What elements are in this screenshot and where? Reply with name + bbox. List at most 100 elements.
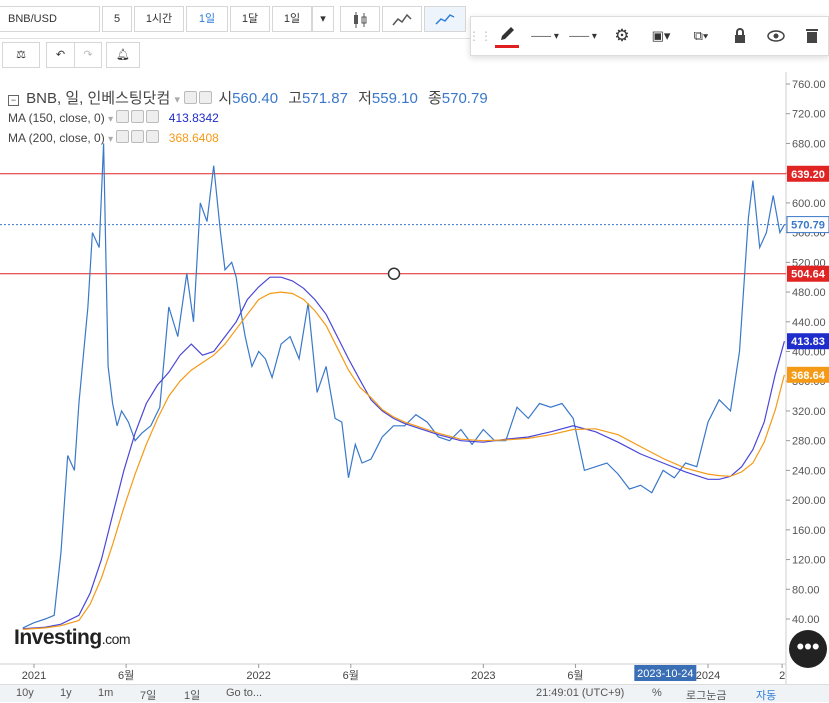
- ma200-label: MA (200, close, 0): [8, 131, 105, 145]
- area-chart-icon: [392, 13, 412, 26]
- interval-1h-button[interactable]: 1시간: [134, 6, 184, 32]
- lock-icon: [735, 28, 745, 43]
- y-tick-label: 240.00: [792, 465, 826, 477]
- y-tick-label: 680.00: [792, 138, 826, 150]
- ma200-settings-icon[interactable]: [131, 130, 145, 143]
- y-tick-label: 40.00: [792, 614, 820, 626]
- candles-icon: [354, 12, 367, 28]
- ma150-close-icon[interactable]: [146, 110, 160, 123]
- x-tick-label: 6월: [343, 669, 359, 682]
- undo-button[interactable]: ↶: [46, 42, 74, 68]
- interval-value[interactable]: 5: [102, 6, 132, 32]
- template-icon: ▣▾: [651, 28, 671, 43]
- legend-dropdown-icon[interactable]: ▾: [174, 94, 180, 106]
- x-tick-label: 2021: [22, 670, 46, 682]
- redo-icon: ↷: [83, 49, 93, 61]
- undo-icon: ↶: [55, 49, 66, 61]
- line-chart-icon: [435, 14, 455, 25]
- y-tick-label: 440.00: [792, 317, 826, 329]
- ma150-dropdown-icon[interactable]: ▾: [108, 114, 113, 125]
- y-tick-label: 200.00: [792, 495, 826, 507]
- line-style-dropdown[interactable]: —— ▾: [527, 17, 563, 55]
- pencil-color-button[interactable]: [489, 17, 525, 55]
- ma200-value: 368.6408: [168, 131, 219, 145]
- ma150-value: 413.8342: [168, 111, 219, 125]
- goto-button[interactable]: Go to...: [226, 687, 262, 699]
- scale-icon: ⚖: [16, 49, 26, 61]
- interval-1d-button[interactable]: 1일: [186, 6, 228, 32]
- legend-close-value: 570.79: [441, 90, 488, 107]
- legend-settings-icon[interactable]: [199, 91, 213, 104]
- ma150-settings-icon[interactable]: [131, 110, 145, 123]
- legend-eye-icon[interactable]: [184, 91, 198, 104]
- y-tick-label: 280.00: [792, 436, 826, 448]
- bottom-toolbar: 10y 1y 1m 7일 1일 Go to... 21:49:01 (UTC+9…: [0, 684, 829, 702]
- interval-1month-button[interactable]: 1달: [230, 6, 270, 32]
- line-handle: [387, 267, 401, 280]
- candles-chart-button[interactable]: [340, 6, 380, 32]
- lock-button[interactable]: [725, 17, 755, 55]
- drawing-toolbar: ⋮⋮ —— ▾ —— ▾ ⚙ ▣▾ ⧉▾: [468, 16, 829, 56]
- ma200-line: [22, 291, 785, 630]
- trash-icon: [806, 29, 818, 43]
- legend-close-label: 종: [427, 90, 442, 107]
- ma150-tag: 413.83: [791, 336, 825, 348]
- compare-button[interactable]: ⚖: [2, 42, 40, 68]
- y-tick-label: 600.00: [792, 198, 826, 210]
- price-line: [22, 143, 785, 629]
- legend-open-value: 560.40: [232, 90, 279, 107]
- interval-dropdown-button[interactable]: ▾: [312, 6, 334, 32]
- legend-high-value: 571.87: [302, 90, 348, 107]
- x-tick-label: 2022: [246, 670, 270, 682]
- y-tick-label: 120.00: [792, 555, 826, 567]
- more-options-button[interactable]: •••: [789, 630, 827, 668]
- line-chart-button[interactable]: [424, 6, 466, 32]
- ma150-label: MA (150, close, 0): [8, 111, 105, 125]
- legend-low-label: 저: [358, 90, 372, 107]
- eye-icon: [767, 30, 785, 42]
- ma200-dropdown-icon[interactable]: ▾: [108, 134, 113, 145]
- template-button[interactable]: ▣▾: [643, 17, 679, 55]
- range-10y-button[interactable]: 10y: [16, 687, 34, 699]
- y-tick-label: 160.00: [792, 525, 826, 537]
- legend-ma200: MA (200, close, 0) ▾ 368.6408: [8, 130, 219, 145]
- investing-logo: Investing.com: [14, 626, 131, 649]
- chevron-down-icon: ▾: [320, 13, 326, 25]
- symbol-input[interactable]: BNB/USD: [0, 6, 100, 32]
- visibility-button[interactable]: [761, 17, 791, 55]
- ma150-eye-icon[interactable]: [116, 110, 130, 123]
- y-tick-label: 720.00: [792, 109, 826, 121]
- drag-handle[interactable]: ⋮⋮: [468, 17, 492, 55]
- x-tick-label: 2024: [696, 670, 720, 682]
- collapse-legend-icon[interactable]: −: [8, 95, 19, 106]
- redo-button[interactable]: ↷: [74, 42, 102, 68]
- close-price-tag: 570.79: [791, 220, 825, 232]
- y-tick-label: 480.00: [792, 287, 826, 299]
- y-tick-label: 320.00: [792, 406, 826, 418]
- more-dots-icon: •••: [796, 634, 820, 659]
- clone-icon: ⧉▾: [693, 28, 709, 43]
- area-chart-button[interactable]: [382, 6, 422, 32]
- delete-button[interactable]: [797, 17, 827, 55]
- legend-open-label: 시: [218, 90, 233, 107]
- legend-high-label: 고: [288, 90, 303, 107]
- clone-button[interactable]: ⧉▾: [683, 17, 719, 55]
- percent-button[interactable]: %: [652, 687, 662, 699]
- settings-button[interactable]: ⚙: [607, 17, 637, 55]
- ma200-close-icon[interactable]: [146, 130, 160, 143]
- line-width-dropdown[interactable]: —— ▾: [565, 17, 601, 55]
- price-chart[interactable]: 40.00 80.00 120.00 160.00 200.00 240.00 280.00…: [0, 72, 829, 684]
- x-tick-label: 2: [779, 670, 785, 682]
- range-1m-button[interactable]: 1m: [98, 687, 113, 699]
- pencil-color-swatch: [495, 44, 519, 48]
- hline-top-tag: 639.20: [791, 169, 825, 181]
- ma150-line: [22, 276, 785, 630]
- bell-icon: 🔔︎: [116, 49, 130, 61]
- interval-1d2-button[interactable]: 1일: [272, 6, 312, 32]
- range-1y-button[interactable]: 1y: [60, 687, 72, 699]
- ma200-tag: 368.64: [791, 370, 826, 382]
- ma200-eye-icon[interactable]: [116, 130, 130, 143]
- alert-button[interactable]: 🔔︎: [106, 42, 140, 68]
- pencil-icon: [501, 26, 514, 40]
- x-tick-label: 6월: [567, 669, 583, 682]
